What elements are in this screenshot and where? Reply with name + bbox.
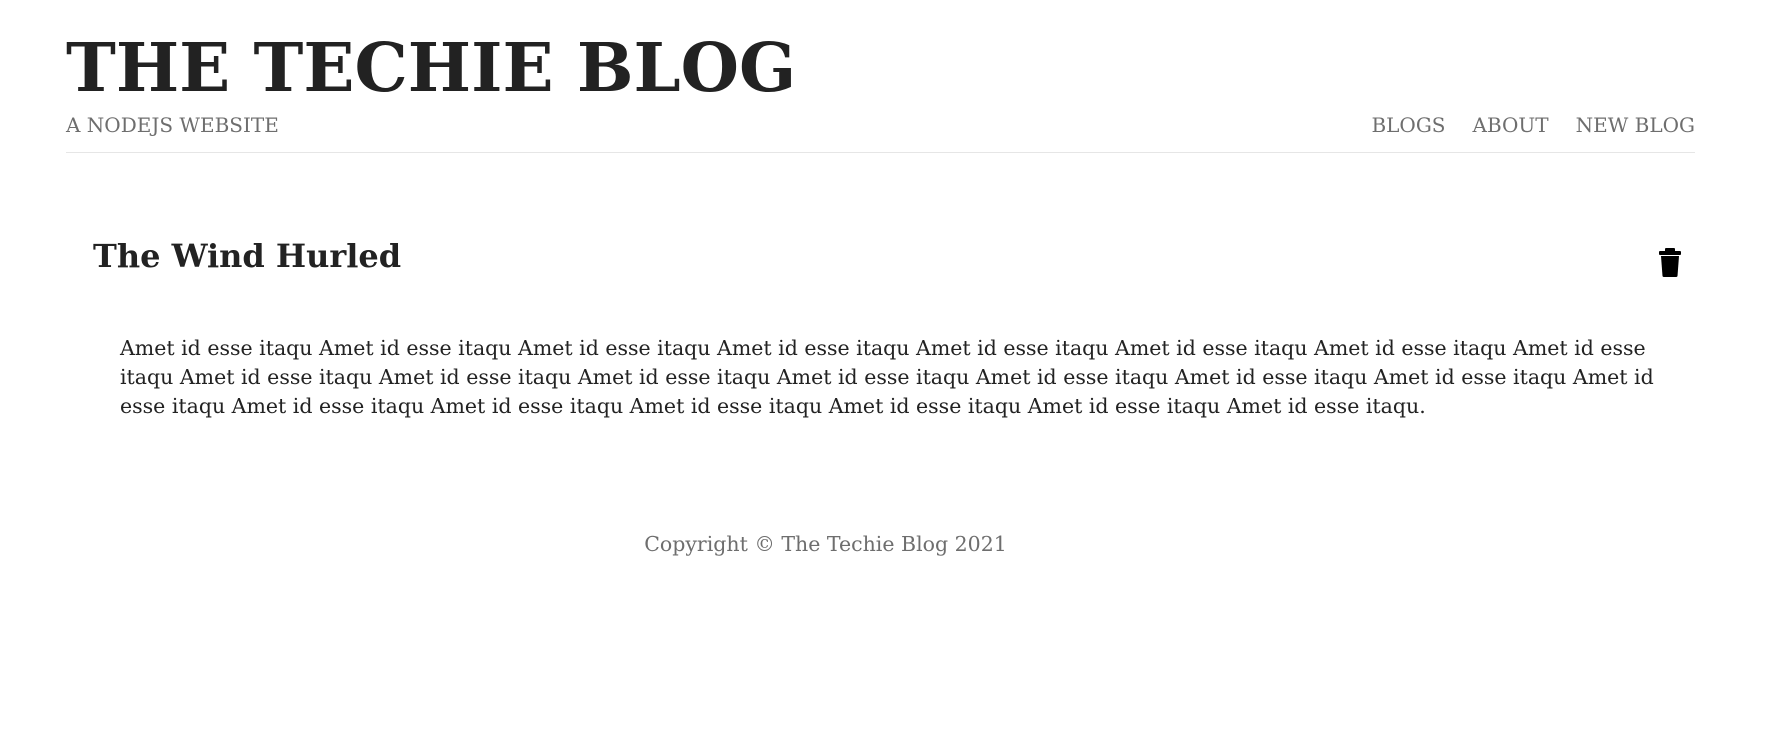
- post-body: Amet id esse itaqu Amet id esse itaqu Am…: [120, 336, 1654, 418]
- main-nav: BLOGS ABOUT NEW BLOG: [1371, 111, 1695, 139]
- site-subtitle: A NODEJS WEBSITE: [66, 113, 279, 137]
- nav-new-blog-link[interactable]: NEW BLOG: [1576, 111, 1695, 139]
- delete-post-button[interactable]: [1656, 246, 1684, 278]
- site-title[interactable]: THE TECHIE BLOG: [66, 28, 796, 108]
- nav-blogs-link[interactable]: BLOGS: [1371, 111, 1445, 139]
- copyright-text: Copyright © The Techie Blog 2021: [644, 532, 1007, 556]
- site-header: THE TECHIE BLOG A NODEJS WEBSITE BLOGS A…: [66, 24, 1695, 153]
- post-title: The Wind Hurled: [93, 237, 402, 275]
- nav-about-link[interactable]: ABOUT: [1473, 111, 1549, 139]
- page: THE TECHIE BLOG A NODEJS WEBSITE BLOGS A…: [0, 0, 1771, 752]
- site-footer: Copyright © The Techie Blog 2021: [0, 529, 1771, 559]
- trash-icon: [1659, 248, 1681, 277]
